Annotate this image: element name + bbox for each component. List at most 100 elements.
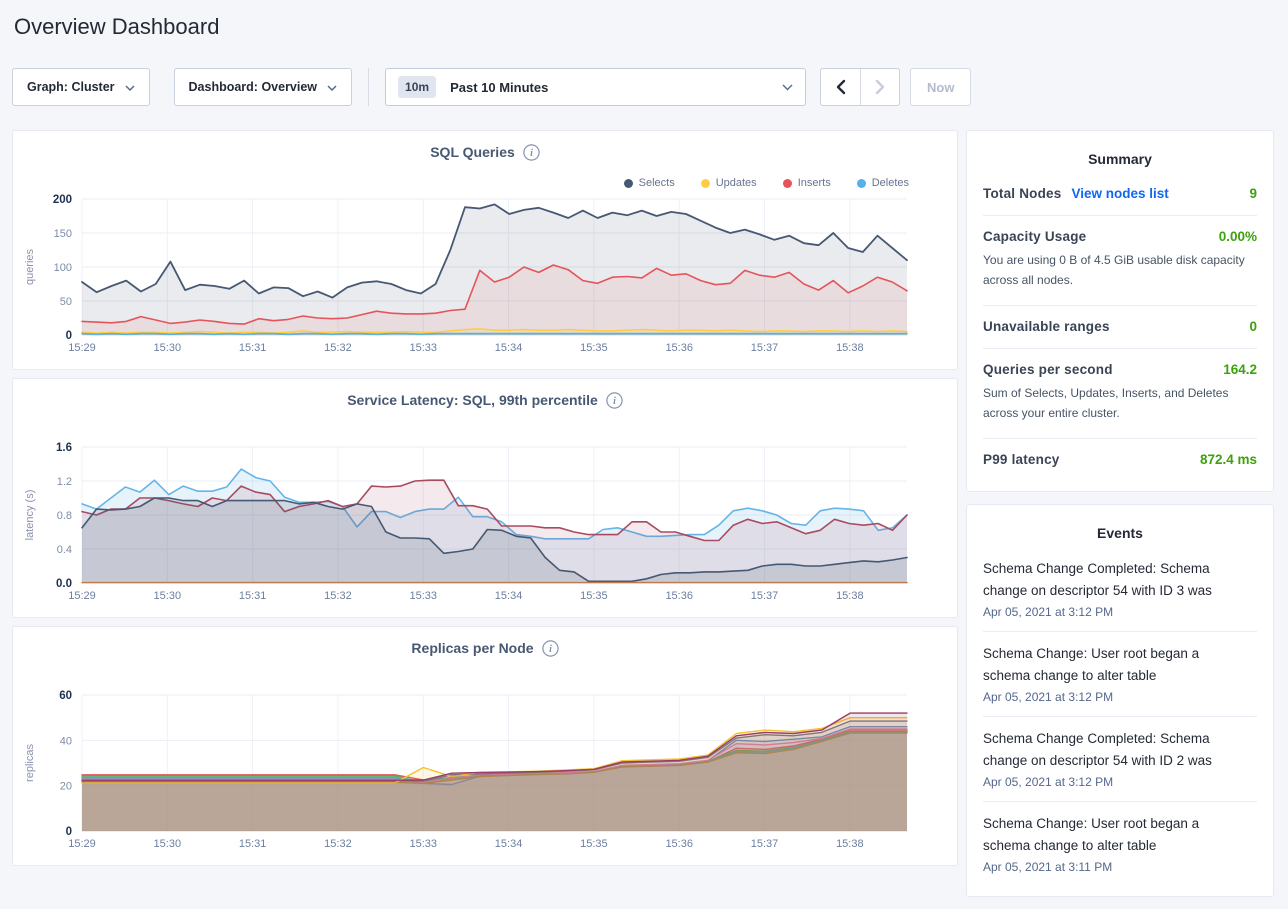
svg-text:15:33: 15:33 <box>409 342 437 354</box>
legend-item-deletes: Deletes <box>857 177 909 189</box>
event-timestamp: Apr 05, 2021 at 3:12 PM <box>983 690 1257 704</box>
svg-text:200: 200 <box>53 194 72 206</box>
svg-text:15:38: 15:38 <box>836 342 864 354</box>
svg-text:15:33: 15:33 <box>409 590 437 602</box>
svg-text:15:32: 15:32 <box>324 342 352 354</box>
summary-panel: Summary Total Nodes View nodes list 9 Ca… <box>966 130 1274 492</box>
info-icon[interactable]: i <box>542 644 559 660</box>
now-button[interactable]: Now <box>910 68 971 106</box>
chart-legend: Selects Updates Inserts Deletes <box>624 177 909 189</box>
summary-item-unavailable-ranges: Unavailable ranges 0 <box>983 306 1257 349</box>
svg-text:60: 60 <box>59 690 72 702</box>
chart-header: SQL Queries i <box>13 131 957 164</box>
svg-text:15:35: 15:35 <box>580 342 608 354</box>
summary-item-total-nodes: Total Nodes View nodes list 9 <box>983 173 1257 216</box>
summary-label: Capacity Usage <box>983 229 1086 244</box>
svg-text:15:29: 15:29 <box>68 590 96 602</box>
legend-dot <box>857 179 866 188</box>
chevron-down-icon <box>782 78 793 96</box>
svg-text:0.0: 0.0 <box>56 578 72 590</box>
svg-text:15:38: 15:38 <box>836 590 864 602</box>
legend-item-updates: Updates <box>701 177 757 189</box>
svg-text:15:38: 15:38 <box>836 838 864 850</box>
svg-text:queries: queries <box>24 248 36 285</box>
next-range-button-disabled[interactable] <box>860 69 899 105</box>
legend-dot <box>701 179 710 188</box>
svg-text:15:33: 15:33 <box>409 838 437 850</box>
toolbar-divider <box>368 68 369 106</box>
svg-text:replicas: replicas <box>24 744 36 782</box>
prev-range-button[interactable] <box>821 69 860 105</box>
service-latency-plot[interactable]: 15:2915:3015:3115:3215:3315:3415:3515:36… <box>13 441 957 605</box>
dashboard-select-dropdown[interactable]: Dashboard: Overview <box>174 68 353 106</box>
summary-label: Unavailable ranges <box>983 319 1110 334</box>
summary-value: 164.2 <box>1223 362 1257 377</box>
svg-text:i: i <box>549 644 552 655</box>
svg-text:15:30: 15:30 <box>154 342 182 354</box>
svg-text:0: 0 <box>66 330 72 342</box>
chart-title: Service Latency: SQL, 99th percentile <box>347 392 598 408</box>
legend-label: Selects <box>639 177 675 189</box>
svg-text:100: 100 <box>54 262 72 274</box>
charts-column: SQL Queries i Selects Updates Inserts Del… <box>12 130 958 874</box>
event-timestamp: Apr 05, 2021 at 3:12 PM <box>983 605 1257 619</box>
svg-text:15:34: 15:34 <box>495 342 523 354</box>
summary-item-capacity-usage: Capacity Usage 0.00% You are using 0 B o… <box>983 216 1257 306</box>
summary-description: Sum of Selects, Updates, Inserts, and De… <box>983 383 1257 424</box>
graph-scope-dropdown[interactable]: Graph: Cluster <box>12 68 150 106</box>
main-content: SQL Queries i Selects Updates Inserts Del… <box>12 130 1276 909</box>
svg-text:15:31: 15:31 <box>239 342 267 354</box>
summary-value: 872.4 ms <box>1200 452 1257 467</box>
sidebar: Summary Total Nodes View nodes list 9 Ca… <box>966 130 1274 909</box>
svg-text:15:35: 15:35 <box>580 838 608 850</box>
svg-text:15:34: 15:34 <box>495 838 523 850</box>
legend-label: Deletes <box>872 177 909 189</box>
graph-scope-label: Graph: Cluster <box>27 80 115 94</box>
summary-value: 0.00% <box>1219 229 1257 244</box>
chevron-down-icon <box>327 80 337 94</box>
event-message: Schema Change: User root began a schema … <box>983 813 1225 857</box>
svg-text:15:37: 15:37 <box>751 590 779 602</box>
svg-text:15:36: 15:36 <box>665 838 693 850</box>
replicas-per-node-chart-card: Replicas per Nodei 15:2915:3015:3115:321… <box>12 626 958 866</box>
svg-text:50: 50 <box>60 296 72 308</box>
summary-label: Queries per second <box>983 362 1113 377</box>
chart-header: Replicas per Node i <box>13 627 957 660</box>
svg-text:15:35: 15:35 <box>580 590 608 602</box>
svg-text:i: i <box>530 148 533 159</box>
event-list-item: Schema Change: User root began a schema … <box>983 632 1257 717</box>
overview-dashboard-page: Overview Dashboard Graph: Cluster Dashbo… <box>0 0 1288 909</box>
event-timestamp: Apr 05, 2021 at 3:11 PM <box>983 860 1257 874</box>
svg-text:1.6: 1.6 <box>56 442 72 454</box>
chevron-down-icon <box>125 80 135 94</box>
summary-item-queries-per-second: Queries per second 164.2 Sum of Selects,… <box>983 349 1257 439</box>
svg-text:15:31: 15:31 <box>239 838 267 850</box>
summary-item-p99-latency: P99 latency 872.4 ms <box>983 439 1257 481</box>
time-range-label: Past 10 Minutes <box>450 80 548 95</box>
summary-description: You are using 0 B of 4.5 GiB usable disk… <box>983 250 1257 291</box>
time-range-picker[interactable]: 10m Past 10 Minutes <box>385 68 806 106</box>
legend-label: Updates <box>716 177 757 189</box>
event-message: Schema Change Completed: Schema change o… <box>983 558 1225 602</box>
summary-label: Total Nodes <box>983 186 1061 201</box>
svg-text:0.8: 0.8 <box>57 510 72 522</box>
event-message: Schema Change: User root began a schema … <box>983 643 1225 687</box>
events-panel: Events Schema Change Completed: Schema c… <box>966 504 1274 897</box>
replicas-per-node-plot[interactable]: 15:2915:3015:3115:3215:3315:3415:3515:36… <box>13 689 957 853</box>
info-icon[interactable]: i <box>606 396 623 412</box>
info-icon[interactable]: i <box>523 148 540 164</box>
svg-text:15:32: 15:32 <box>324 590 352 602</box>
sql-queries-plot[interactable]: 15:2915:3015:3115:3215:3315:3415:3515:36… <box>13 193 957 357</box>
svg-text:20: 20 <box>60 781 72 793</box>
summary-title: Summary <box>983 143 1257 173</box>
summary-value: 0 <box>1249 319 1257 334</box>
svg-text:15:31: 15:31 <box>239 590 267 602</box>
dashboard-toolbar: Graph: Cluster Dashboard: Overview 10m P… <box>12 68 1276 106</box>
view-nodes-list-link[interactable]: View nodes list <box>1071 186 1168 201</box>
summary-value: 9 <box>1249 186 1257 201</box>
event-message: Schema Change Completed: Schema change o… <box>983 728 1225 772</box>
legend-dot <box>624 179 633 188</box>
svg-text:15:30: 15:30 <box>154 590 182 602</box>
chart-title: Replicas per Node <box>411 640 533 656</box>
chart-title: SQL Queries <box>430 144 515 160</box>
